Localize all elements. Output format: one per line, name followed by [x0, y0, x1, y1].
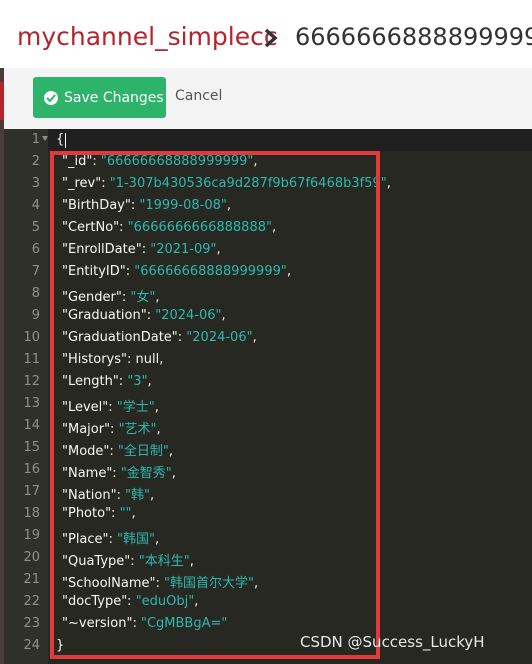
chevron-right-icon	[264, 28, 278, 48]
line-number: 5	[31, 220, 40, 235]
json-key: {	[56, 132, 65, 147]
document-header: mychannel_simplecc 66666668888999999	[0, 0, 532, 69]
line-number: 8	[31, 286, 40, 301]
line-number: 13	[23, 396, 40, 411]
line-number: 21	[23, 572, 40, 587]
line-number: 3	[31, 176, 40, 191]
code-line: {	[56, 132, 64, 147]
line-number: 2	[31, 154, 40, 169]
json-code-editor[interactable]: 1 2 3 4 5 6 7 8 9 10 11 12 13 14 15 16 17 18 19 20 21 22 23 24 …	[4, 129, 532, 664]
line-number: 10	[23, 330, 40, 345]
line-number-gutter: 1 2 3 4 5 6 7 8 9 10 11 12 13 14 15 16 17 18 19 20 21 22 23 24	[4, 129, 48, 664]
line-number: 14	[23, 418, 40, 433]
json-punctuation: ,	[386, 176, 391, 191]
save-changes-label: Save Changes	[64, 89, 164, 106]
check-circle-icon	[44, 90, 58, 105]
breadcrumb-database-link[interactable]: mychannel_simplecc	[17, 22, 278, 51]
breadcrumb-document-id: 66666668888999999	[295, 23, 532, 51]
line-number: 16	[23, 462, 40, 477]
line-number: 15	[23, 440, 40, 455]
line-number: 20	[23, 550, 40, 565]
highlight-annotation-box	[50, 151, 380, 659]
line-number: 23	[23, 616, 40, 631]
line-number: 19	[23, 528, 40, 543]
text-cursor	[65, 133, 66, 148]
line-number: 7	[31, 264, 40, 279]
line-number: 11	[23, 352, 40, 367]
active-line-highlight	[48, 129, 532, 151]
line-number: 6	[31, 242, 40, 257]
watermark-text: CSDN @Success_LuckyH	[300, 633, 485, 651]
line-number: 18	[23, 506, 40, 521]
line-number: 4	[31, 198, 40, 213]
editor-toolbar: Save Changes Cancel	[4, 68, 532, 129]
line-number: 22	[23, 594, 40, 609]
cancel-link[interactable]: Cancel	[175, 88, 222, 104]
line-number: 9	[31, 308, 40, 323]
line-number: 1	[31, 132, 40, 147]
line-number: 17	[23, 484, 40, 499]
line-number: 24	[23, 638, 40, 653]
save-changes-button[interactable]: Save Changes	[33, 77, 166, 118]
line-number: 12	[23, 374, 40, 389]
